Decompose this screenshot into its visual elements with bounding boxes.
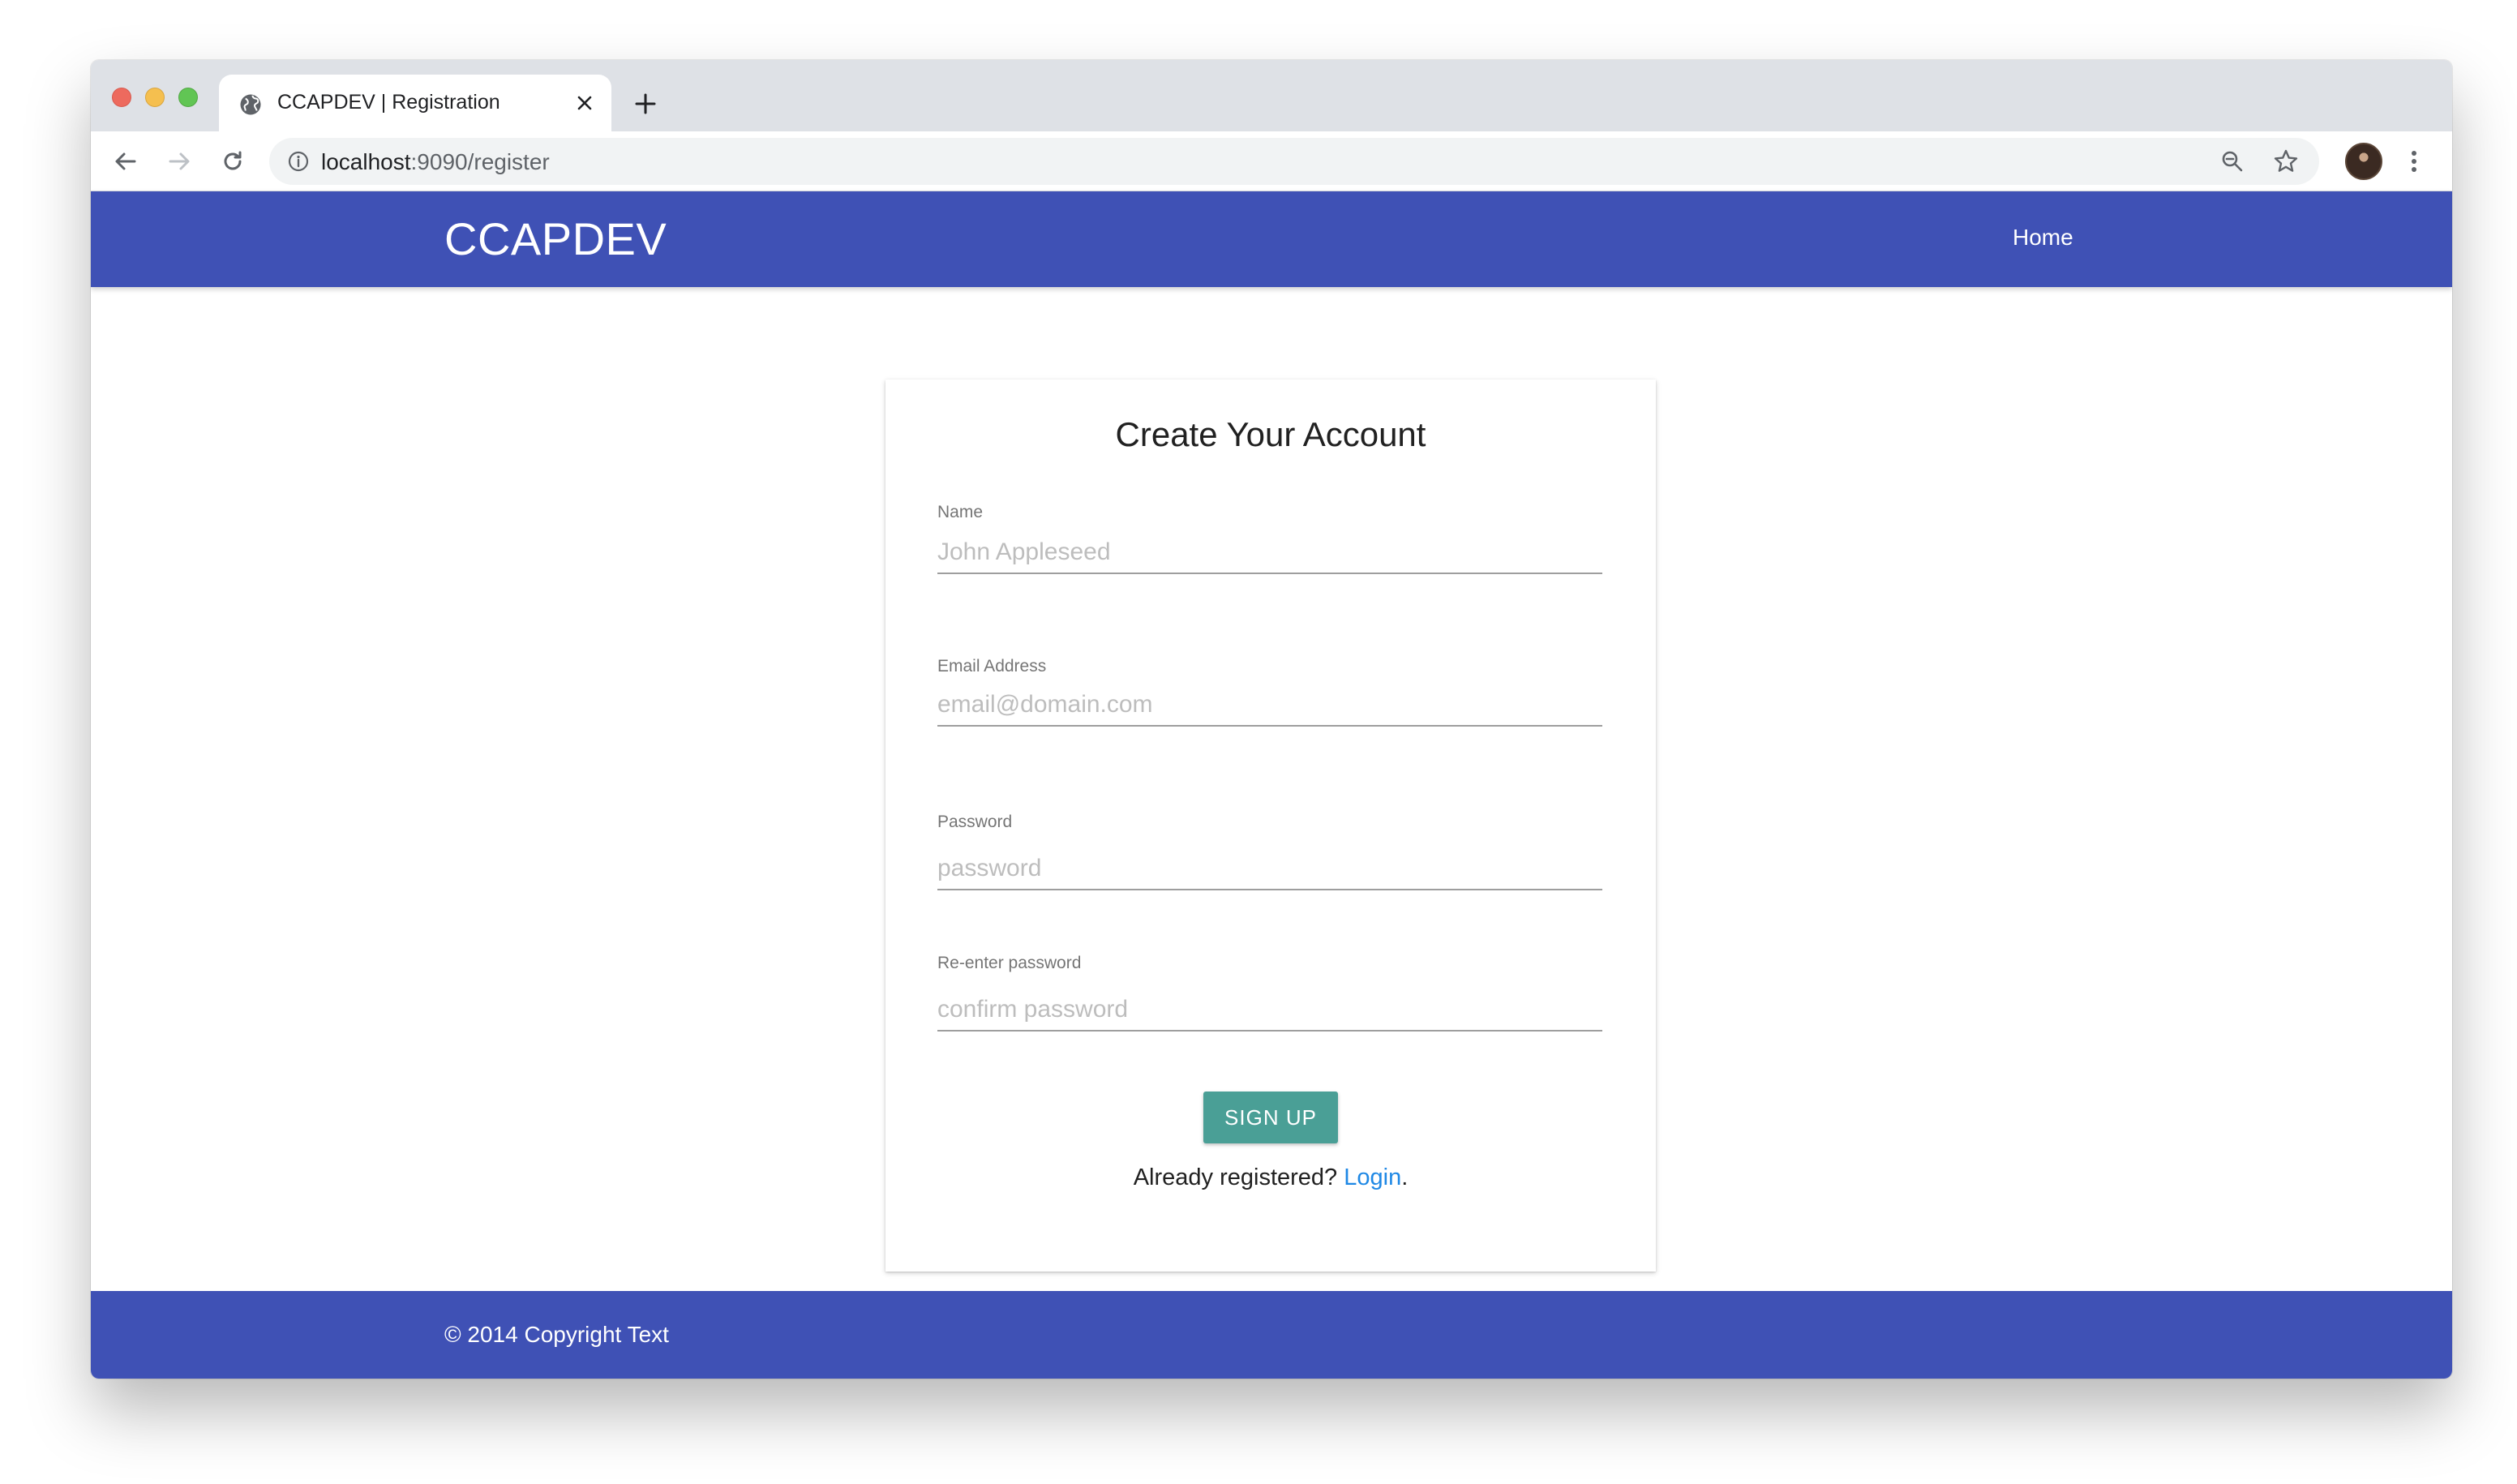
login-link[interactable]: Login — [1344, 1164, 1401, 1190]
nav-link-home[interactable]: Home — [2013, 225, 2073, 251]
tab-title: CCAPDEV | Registration — [277, 91, 500, 114]
profile-avatar[interactable] — [2345, 143, 2382, 180]
address-host: localhost — [321, 149, 411, 174]
globe-icon — [240, 94, 261, 115]
info-icon[interactable] — [287, 150, 310, 173]
tab-close-icon[interactable] — [572, 91, 597, 115]
browser-tab[interactable]: CCAPDEV | Registration — [219, 75, 611, 131]
confirm-password-label: Re-enter password — [937, 954, 1082, 972]
browser-window: CCAPDEV | Registration localhost:9090/re… — [91, 60, 2452, 1379]
name-label: Name — [937, 503, 984, 521]
password-label: Password — [937, 813, 1013, 831]
login-prompt-suffix: . — [1401, 1164, 1409, 1190]
web-page: CCAPDEV Home Create Your Account Name Em… — [91, 191, 2452, 1379]
close-window-button[interactable] — [112, 88, 131, 107]
form-title: Create Your Account — [1115, 415, 1426, 453]
address-path: :9090/register — [410, 149, 550, 174]
login-prompt-text: Already registered? — [1133, 1164, 1338, 1190]
maximize-window-button[interactable] — [178, 88, 198, 107]
zoom-out-icon[interactable] — [2215, 144, 2249, 178]
email-label: Email Address — [937, 657, 1047, 676]
address-bar[interactable]: localhost:9090/register — [269, 138, 2319, 185]
login-prompt: Already registered? Login. — [885, 1164, 1656, 1191]
registration-card: Create Your Account Name Email Address P… — [885, 380, 1656, 1272]
confirm-password-input[interactable] — [937, 989, 1602, 1032]
site-footer: © 2014 Copyright Text — [91, 1291, 2452, 1379]
address-url: localhost:9090/register — [321, 149, 550, 175]
copyright-text: © 2014 Copyright Text — [444, 1322, 669, 1347]
site-navbar: CCAPDEV Home — [91, 191, 2452, 287]
tab-strip: CCAPDEV | Registration — [91, 60, 2452, 131]
name-input[interactable] — [937, 532, 1602, 574]
forward-arrow-icon[interactable] — [162, 144, 196, 178]
kebab-menu-icon[interactable] — [2397, 144, 2431, 178]
back-arrow-icon[interactable] — [109, 144, 143, 178]
reload-icon[interactable] — [216, 144, 250, 178]
password-input[interactable] — [937, 848, 1602, 890]
sign-up-button[interactable]: SIGN UP — [1203, 1092, 1338, 1143]
star-icon[interactable] — [2269, 144, 2303, 178]
brand-logo[interactable]: CCAPDEV — [444, 212, 667, 265]
email-input[interactable] — [937, 684, 1602, 727]
plus-icon[interactable] — [629, 88, 662, 120]
minimize-window-button[interactable] — [145, 88, 165, 107]
browser-toolbar: localhost:9090/register — [91, 131, 2452, 191]
